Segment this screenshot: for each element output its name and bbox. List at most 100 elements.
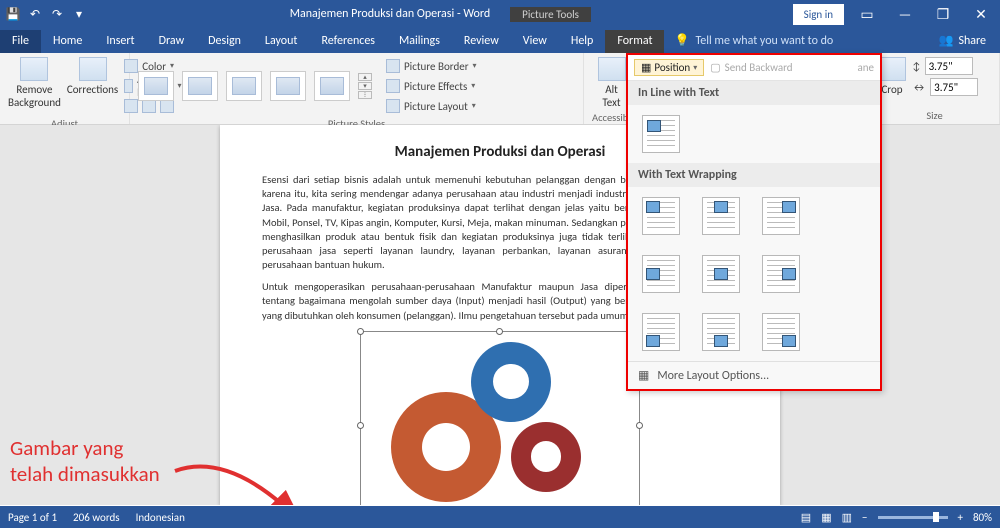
resize-handle[interactable]: [357, 328, 364, 335]
selected-image[interactable]: ◩: [360, 331, 640, 505]
contextual-tab-label: Picture Tools: [510, 7, 591, 22]
status-page[interactable]: Page 1 of 1: [8, 511, 57, 524]
section-inline: In Line with Text: [628, 81, 880, 105]
border-icon: [386, 59, 400, 73]
section-wrap: With Text Wrapping: [628, 163, 880, 187]
tab-references[interactable]: References: [309, 30, 387, 53]
position-mr-thumb[interactable]: [762, 255, 800, 293]
tab-layout[interactable]: Layout: [253, 30, 310, 53]
view-print-icon[interactable]: ▦: [821, 511, 831, 524]
selection-pane-fragment: ane: [857, 61, 874, 74]
position-tc-thumb[interactable]: [702, 197, 740, 235]
remove-bg-label: Remove Background: [8, 83, 61, 109]
document-title: Manajemen Produksi dan Operasi - Word: [290, 7, 490, 21]
position-ml-thumb[interactable]: [642, 255, 680, 293]
picture-style-5[interactable]: [314, 71, 350, 101]
tab-design[interactable]: Design: [196, 30, 253, 53]
tab-file[interactable]: File: [0, 30, 41, 53]
zoom-slider[interactable]: [878, 516, 948, 519]
position-inline-thumb[interactable]: [642, 115, 680, 153]
more-layout-options[interactable]: ▦More Layout Options...: [628, 361, 880, 389]
picture-style-2[interactable]: [182, 71, 218, 101]
status-bar: Page 1 of 1 206 words Indonesian ▤ ▦ ▥ −…: [0, 506, 1000, 528]
effects-icon: [386, 79, 400, 93]
send-backward-button: ▢Send Backward: [710, 61, 792, 74]
width-field[interactable]: ↔: [912, 78, 978, 96]
position-icon: ▦: [641, 61, 651, 74]
status-language[interactable]: Indonesian: [136, 511, 185, 524]
status-words[interactable]: 206 words: [73, 511, 120, 524]
group-size-label: Size: [878, 107, 991, 122]
quick-access-toolbar: 💾 ↶ ↷ ▾: [4, 4, 88, 24]
share-button[interactable]: 👥 Share: [924, 29, 1000, 53]
close-icon[interactable]: ✕: [966, 4, 996, 24]
annotation-arrow: [170, 441, 320, 505]
remove-background-button[interactable]: Remove Background: [8, 57, 61, 109]
zoom-in-button[interactable]: +: [958, 511, 963, 524]
position-bc-thumb[interactable]: [702, 313, 740, 351]
corrections-label: Corrections: [67, 83, 118, 96]
tab-insert[interactable]: Insert: [94, 30, 146, 53]
corrections-button[interactable]: Corrections: [67, 57, 118, 96]
view-read-icon[interactable]: ▤: [801, 511, 811, 524]
qat-more-icon[interactable]: ▾: [70, 4, 88, 24]
height-field[interactable]: ↕: [912, 57, 978, 75]
gear-red: [511, 422, 581, 492]
corrections-icon: [79, 57, 107, 81]
tab-review[interactable]: Review: [452, 30, 511, 53]
piclayout-icon: [386, 99, 400, 113]
crop-icon: [878, 57, 906, 81]
picture-border-button[interactable]: Picture Border▾: [386, 57, 477, 75]
tab-home[interactable]: Home: [41, 30, 94, 53]
tab-view[interactable]: View: [511, 30, 559, 53]
redo-icon[interactable]: ↷: [48, 4, 66, 24]
height-icon: ↕: [912, 60, 921, 73]
position-tl-thumb[interactable]: [642, 197, 680, 235]
annotation-text: Gambar yang telah dimasukkan: [10, 435, 160, 488]
position-br-thumb[interactable]: [762, 313, 800, 351]
position-tr-thumb[interactable]: [762, 197, 800, 235]
ribbon-options-icon[interactable]: ▭: [852, 4, 882, 24]
crop-button[interactable]: Crop: [878, 57, 906, 96]
resize-handle[interactable]: [496, 328, 503, 335]
maximize-icon[interactable]: ❐: [928, 4, 958, 24]
autosave-icon[interactable]: 💾: [4, 4, 22, 24]
picture-effects-button[interactable]: Picture Effects▾: [386, 77, 477, 95]
position-bl-thumb[interactable]: [642, 313, 680, 351]
styles-gallery-nav[interactable]: ▴▾⁝: [358, 73, 372, 99]
position-mc-thumb[interactable]: [702, 255, 740, 293]
share-label: Share: [958, 34, 986, 48]
sign-in-button[interactable]: Sign in: [793, 4, 844, 25]
lightbulb-icon: 💡: [674, 33, 689, 48]
ribbon-tabs: File Home Insert Draw Design Layout Refe…: [0, 28, 1000, 53]
tab-format[interactable]: Format: [605, 30, 664, 53]
remove-bg-icon: [20, 57, 48, 81]
picture-style-4[interactable]: [270, 71, 306, 101]
height-input[interactable]: [925, 57, 973, 75]
undo-icon[interactable]: ↶: [26, 4, 44, 24]
picture-style-1[interactable]: [138, 71, 174, 101]
tell-me-label: Tell me what you want to do: [695, 34, 833, 48]
zoom-level[interactable]: 80%: [973, 511, 992, 524]
more-layout-icon: ▦: [638, 368, 649, 383]
send-backward-icon: ▢: [710, 61, 720, 74]
position-button[interactable]: ▦Position▾: [634, 59, 704, 76]
zoom-out-button[interactable]: −: [862, 511, 867, 524]
minimize-icon[interactable]: —: [890, 4, 920, 24]
resize-handle[interactable]: [636, 422, 643, 429]
picture-style-3[interactable]: [226, 71, 262, 101]
tab-mailings[interactable]: Mailings: [387, 30, 452, 53]
resize-handle[interactable]: [357, 422, 364, 429]
gear-blue: [471, 342, 551, 422]
alt-text-label: Alt Text: [602, 83, 620, 109]
picture-layout-button[interactable]: Picture Layout▾: [386, 97, 477, 115]
tab-help[interactable]: Help: [559, 30, 606, 53]
tab-draw[interactable]: Draw: [147, 30, 197, 53]
crop-label: Crop: [881, 83, 902, 96]
width-input[interactable]: [930, 78, 978, 96]
view-web-icon[interactable]: ▥: [842, 511, 852, 524]
title-bar: 💾 ↶ ↷ ▾ Manajemen Produksi dan Operasi -…: [0, 0, 1000, 28]
alt-text-icon: [598, 57, 626, 81]
tell-me-search[interactable]: 💡 Tell me what you want to do: [664, 29, 843, 53]
share-icon: 👥: [938, 33, 953, 48]
